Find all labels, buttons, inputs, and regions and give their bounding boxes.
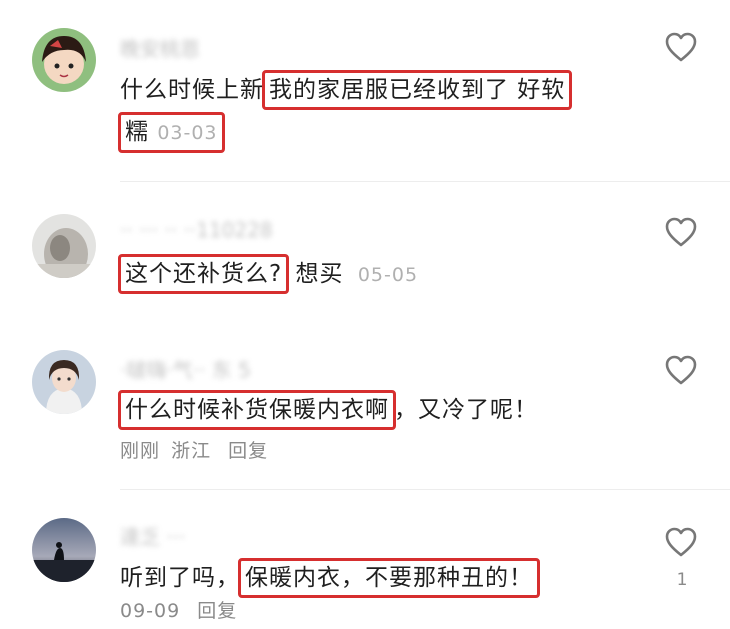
like-count: 1 [676,570,688,590]
username[interactable]: ·啵嗨·气·· 东 5 [120,354,251,383]
timestamp: 05-05 [357,264,419,286]
comment-text-highlight: 糯 [125,119,149,145]
highlight-box: 保暖内衣，不要那种丑的！ [238,558,540,598]
highlight-box: 我的家居服已经收到了 好软 [262,70,573,110]
avatar[interactable] [32,214,96,278]
comment-meta: 09-09 回复 [120,596,237,623]
like-button[interactable] [664,526,698,558]
comment-item: 晚安桃恩 什么时候上新 我的家居服已经收到了 好软 糯 03-03 [0,0,730,182]
timestamp: 03-03 [157,122,218,144]
username[interactable]: ·· ··· ·· ··110228 [120,218,273,242]
comment-text: 这个还补货么? 想买 05-05 [118,254,419,294]
username[interactable]: 晚安桃恩 [120,33,200,62]
comment-item: ·啵嗨·气·· 东 5 什么时候补货保暖内衣啊 ，又冷了呢！ 刚刚 浙江 回复 [0,322,730,490]
location: 浙江 [171,440,212,462]
avatar[interactable] [32,28,96,92]
comment-text-plain: ，又冷了呢！ [394,397,538,423]
highlight-box: 这个还补货么? [118,254,290,294]
timestamp: 刚刚 [120,440,161,462]
reply-button[interactable]: 回复 [228,440,268,462]
highlight-box: 糯 03-03 [118,112,225,153]
comment-text: 什么时候上新 我的家居服已经收到了 好软 [120,70,573,110]
comment-item: ·· ··· ·· ··110228 这个还补货么? 想买 05-05 [0,182,730,322]
avatar[interactable] [32,350,96,414]
heart-outline-icon [665,217,697,247]
like-button[interactable] [664,31,698,63]
comment-text: 什么时候补货保暖内衣啊 ，又冷了呢！ [118,390,538,430]
reply-button[interactable]: 回复 [197,600,237,622]
heart-outline-icon [665,32,697,62]
comment-text-plain: 什么时候上新 [120,77,264,103]
like-button[interactable] [664,216,698,248]
heart-outline-icon [665,527,697,557]
comment-text: 听到了吗， 保暖内衣，不要那种丑的！ [120,558,540,598]
avatar[interactable] [32,518,96,582]
timestamp: 09-09 [120,600,181,622]
comment-item: 達乏 ··· 听到了吗， 保暖内衣，不要那种丑的！ 09-09 回复 1 [0,490,730,629]
heart-outline-icon [665,355,697,385]
username[interactable]: 達乏 ··· [120,521,185,550]
comment-meta: 刚刚 浙江 回复 [120,436,268,463]
comment-text-line2: 糯 03-03 [118,112,225,153]
comment-text-plain: 听到了吗， [120,565,240,591]
highlight-box: 什么时候补货保暖内衣啊 [118,390,396,430]
comment-text-plain: 想买 [287,261,344,287]
like-button[interactable] [664,354,698,386]
